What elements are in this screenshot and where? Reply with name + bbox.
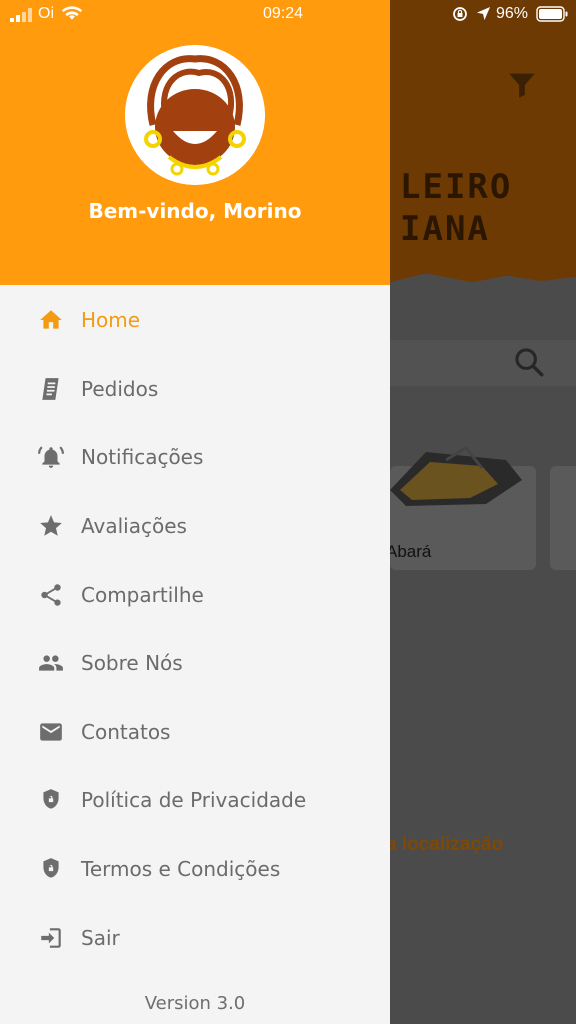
clock: 09:24 [263,5,304,22]
menu-item-label: Pedidos [81,376,159,401]
avatar [125,45,265,185]
menu-item-label: Avaliações [81,514,187,539]
shield-icon [37,855,65,883]
drawer-header: Bem-vindo, Morino [0,0,390,285]
shield-icon [37,786,65,814]
menu-item-notificacoes[interactable]: Notificações [0,423,390,492]
menu-item-label: Compartilhe [81,582,204,607]
menu-item-label: Sair [81,925,120,950]
carrier-label: Oi [38,5,54,22]
background-card-label: Abará [386,542,432,561]
background-logo: LEIRO IANA [400,166,512,250]
menu-item-label: Sobre Nós [81,651,183,676]
screen: LEIRO IANA Abará a localização Bem-vindo… [0,0,576,1024]
menu-item-label: Notificações [81,445,204,470]
search-icon[interactable] [512,345,546,379]
menu-item-avaliacoes[interactable]: Avaliações [0,492,390,561]
status-bar: Oi 09:24 96% [0,0,576,30]
menu-item-compartilhe[interactable]: Compartilhe [0,560,390,629]
navigation-drawer: Bem-vindo, Morino Home Pedidos Notificaç… [0,0,390,1024]
menu-item-termos-e-condicoes[interactable]: Termos e Condições [0,835,390,904]
home-icon [37,306,65,334]
background-logo-line2: IANA [400,209,490,249]
rotation-lock-icon [453,7,467,21]
signal-icon [10,8,32,22]
brand-logo-icon [125,45,265,185]
location-arrow-icon [476,6,491,21]
menu-item-politica-de-privacidade[interactable]: Política de Privacidade [0,766,390,835]
version-label: Version 3.0 [144,993,246,1014]
share-icon [37,581,65,609]
drawer-menu: Home Pedidos Notificações Avaliações Com… [0,286,390,972]
battery-icon [536,6,568,22]
bell-icon [37,443,65,471]
menu-item-label: Política de Privacidade [81,788,307,813]
receipt-icon [37,375,65,403]
background-location-link[interactable]: a localização [386,834,503,856]
background-product-card-2[interactable] [550,466,576,570]
background-search-bar[interactable] [390,340,576,386]
menu-item-pedidos[interactable]: Pedidos [0,355,390,424]
people-icon [37,649,65,677]
background-logo-line1: LEIRO [400,167,513,207]
menu-item-contatos[interactable]: Contatos [0,698,390,767]
menu-item-sair[interactable]: Sair [0,903,390,972]
logout-icon [37,924,65,952]
filter-icon[interactable] [505,66,539,104]
menu-item-sobre-nos[interactable]: Sobre Nós [0,629,390,698]
menu-item-label: Contatos [81,719,171,744]
welcome-text: Bem-vindo, Morino [88,199,302,223]
menu-item-label: Home [81,308,141,333]
wifi-icon [62,6,82,20]
menu-item-label: Termos e Condições [81,857,281,882]
menu-item-home[interactable]: Home [0,286,390,355]
mail-icon [37,718,65,746]
food-image [390,446,522,506]
battery-percentage: 96% [496,5,529,22]
star-icon [37,512,65,540]
